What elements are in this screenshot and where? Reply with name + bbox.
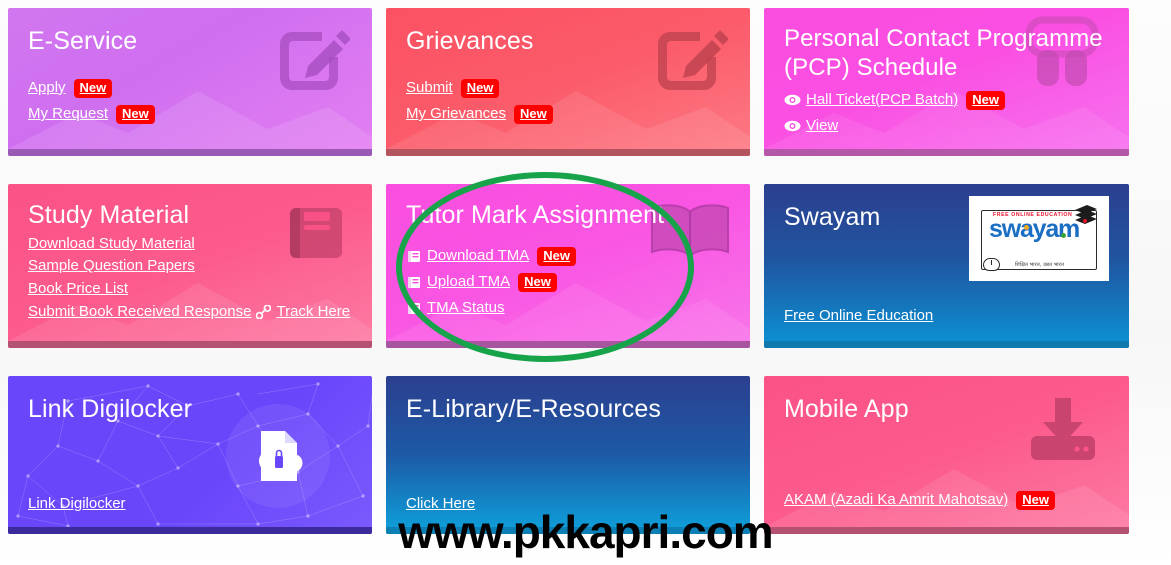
link-row-free-online-education: Free Online Education (784, 307, 1109, 326)
card-links: Download Study Material Sample Question … (28, 235, 352, 322)
link-row-apply: Apply New (28, 78, 352, 98)
card-pcp-schedule[interactable]: Personal Contact Programme (PCP) Schedul… (764, 8, 1129, 156)
link-my-request[interactable]: My Request (28, 105, 108, 124)
card-body: Swayam Free Online Education (764, 184, 1129, 348)
card-footer-bar (386, 341, 750, 348)
card-body: Study Material Download Study Material S… (8, 184, 372, 348)
card-title: Grievances (406, 27, 534, 55)
card-e-service[interactable]: E-Service Apply New My Request New (8, 8, 372, 156)
watermark-text: www.pkkapri.com (398, 506, 773, 558)
link-tma-status[interactable]: TMA Status (427, 299, 505, 318)
card-title: Swayam (784, 203, 881, 231)
card-links: Download TMA New Upload TMA New TMA Stat… (406, 246, 730, 318)
link-row-view: View (784, 117, 1109, 136)
link-hall-ticket[interactable]: Hall Ticket(PCP Batch) (806, 91, 958, 110)
link-download-tma[interactable]: Download TMA (427, 247, 529, 266)
link-book-price-list[interactable]: Book Price List (28, 280, 128, 299)
chain-link-icon (256, 305, 272, 320)
card-title: Link Digilocker (28, 395, 193, 423)
card-footer-bar (8, 149, 372, 156)
new-badge: New (460, 78, 500, 98)
card-grievances[interactable]: Grievances Submit New My Grievances New (386, 8, 750, 156)
new-badge: New (966, 90, 1006, 110)
new-badge: New (116, 104, 155, 124)
card-footer-bar (764, 149, 1129, 156)
dashboard-page: E-Service Apply New My Request New Griev… (0, 0, 1171, 565)
service-card-grid: E-Service Apply New My Request New Griev… (8, 8, 1163, 562)
link-my-grievances[interactable]: My Grievances (406, 105, 506, 124)
card-title: E-Service (28, 27, 138, 55)
card-body: E-Service Apply New My Request New (8, 8, 372, 156)
card-row-1: E-Service Apply New My Request New Griev… (8, 8, 1163, 156)
link-row-upload-tma: Upload TMA New (406, 272, 730, 292)
link-sample-question-papers[interactable]: Sample Question Papers (28, 257, 195, 276)
card-body: Tutor Mark Assignment Download TMA New U… (386, 184, 750, 348)
book-small-icon (406, 275, 422, 289)
card-footer-bar (8, 341, 372, 348)
card-title: Personal Contact Programme (PCP) Schedul… (784, 25, 1103, 82)
card-row-2: Study Material Download Study Material S… (8, 184, 1163, 348)
link-download-study-material[interactable]: Download Study Material (28, 235, 195, 254)
card-body: Personal Contact Programme (PCP) Schedul… (764, 8, 1129, 156)
card-title: Tutor Mark Assignment (406, 201, 665, 229)
card-tutor-mark-assignment[interactable]: Tutor Mark Assignment Download TMA New U… (386, 184, 750, 348)
card-study-material[interactable]: Study Material Download Study Material S… (8, 184, 372, 348)
link-row-download-study-material: Download Study Material (28, 235, 352, 254)
card-title: Mobile App (784, 395, 909, 423)
link-submit-book-received-response[interactable]: Submit Book Received Response (28, 303, 251, 322)
book-small-icon (406, 301, 422, 315)
card-title: E-Library/E-Resources (406, 395, 661, 423)
link-free-online-education[interactable]: Free Online Education (784, 307, 933, 326)
link-row-my-grievances: My Grievances New (406, 104, 730, 124)
card-links: Apply New My Request New (28, 78, 352, 124)
eye-icon (784, 94, 801, 106)
card-links: Hall Ticket(PCP Batch) New View (784, 90, 1109, 136)
card-body: Grievances Submit New My Grievances New (386, 8, 750, 156)
card-title: Study Material (28, 201, 190, 229)
link-view[interactable]: View (806, 117, 838, 136)
new-badge: New (518, 272, 557, 292)
link-row-my-request: My Request New (28, 104, 352, 124)
link-row-book-price-list: Book Price List (28, 280, 352, 299)
card-swayam[interactable]: FREE ONLINE EDUCATION swayam शिक्षित भार… (764, 184, 1129, 348)
card-footer-bar (764, 341, 1129, 348)
link-apply[interactable]: Apply (28, 79, 66, 98)
link-upload-tma[interactable]: Upload TMA (427, 273, 510, 292)
card-footer-bar (386, 149, 750, 156)
link-track-here[interactable]: Track Here (276, 303, 350, 322)
card-links: Submit New My Grievances New (406, 78, 730, 124)
link-row-submit: Submit New (406, 78, 730, 98)
book-small-icon (406, 249, 422, 263)
link-row-sample-question-papers: Sample Question Papers (28, 257, 352, 276)
link-row-submit-book-received: Submit Book Received Response Track Here (28, 303, 352, 322)
new-badge: New (537, 246, 577, 266)
link-row-tma-status: TMA Status (406, 299, 730, 318)
new-badge: New (514, 104, 553, 124)
card-links: Free Online Education (784, 307, 1109, 326)
new-badge: New (73, 78, 113, 98)
eye-icon (784, 120, 801, 132)
link-submit[interactable]: Submit (406, 79, 453, 98)
link-row-hall-ticket: Hall Ticket(PCP Batch) New (784, 90, 1109, 110)
link-row-download-tma: Download TMA New (406, 246, 730, 266)
